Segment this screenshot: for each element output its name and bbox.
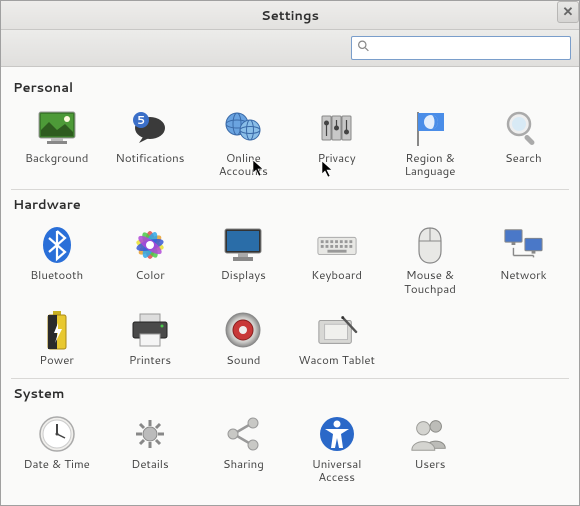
item-search[interactable]: Search — [478, 101, 569, 183]
item-label: Notifications — [116, 151, 185, 164]
item-label: Mouse & Touchpad — [390, 268, 470, 294]
item-label: Region & Language — [390, 151, 470, 177]
keyboard-icon — [316, 224, 358, 266]
item-label: Universal Access — [297, 457, 377, 483]
item-users[interactable]: Users — [384, 407, 475, 489]
item-displays[interactable]: Displays — [198, 218, 289, 300]
item-background[interactable]: Background — [11, 101, 102, 183]
section-personal: Personal Background 5 Notifications — [11, 79, 569, 190]
users-icon — [409, 413, 451, 455]
item-label: Users — [415, 457, 446, 470]
item-label: Background — [25, 151, 88, 164]
item-sound[interactable]: Sound — [198, 303, 289, 372]
close-button[interactable]: ✕ — [557, 1, 579, 23]
cursor-icon — [321, 160, 335, 178]
date-time-icon — [36, 413, 78, 455]
item-color[interactable]: Color — [104, 218, 195, 300]
svg-text:5: 5 — [137, 112, 145, 128]
grid-hardware: Bluetooth Color Displays — [11, 218, 569, 372]
notifications-icon: 5 — [129, 107, 171, 149]
section-title-personal: Personal — [13, 79, 569, 97]
search-icon — [357, 40, 370, 57]
details-icon — [129, 413, 171, 455]
item-online-accounts[interactable]: Online Accounts — [198, 101, 289, 183]
section-hardware: Hardware Bluetooth Color — [11, 196, 569, 379]
item-region-language[interactable]: Region & Language — [384, 101, 475, 183]
toolbar — [1, 30, 579, 67]
background-icon — [36, 107, 78, 149]
item-bluetooth[interactable]: Bluetooth — [11, 218, 102, 300]
printers-icon — [129, 309, 171, 351]
power-icon — [36, 309, 78, 351]
settings-window: Settings ✕ Personal Background — [0, 0, 580, 506]
bluetooth-icon — [36, 224, 78, 266]
titlebar: Settings ✕ — [1, 1, 579, 30]
item-label: Details — [131, 457, 168, 470]
search-input[interactable] — [351, 36, 571, 60]
item-mouse-touchpad[interactable]: Mouse & Touchpad — [384, 218, 475, 300]
content-area: Personal Background 5 Notifications — [1, 67, 579, 505]
item-label: Power — [39, 353, 73, 366]
item-label: Keyboard — [311, 268, 362, 281]
item-universal-access[interactable]: Universal Access — [291, 407, 382, 489]
grid-personal: Background 5 Notifications Online Accoun… — [11, 101, 569, 183]
item-label: Displays — [221, 268, 266, 281]
item-printers[interactable]: Printers — [104, 303, 195, 372]
color-icon — [129, 224, 171, 266]
cursor-icon — [252, 159, 266, 177]
item-details[interactable]: Details — [104, 407, 195, 489]
item-label: Online Accounts — [203, 151, 283, 177]
mouse-icon — [409, 224, 451, 266]
item-label: Sharing — [223, 457, 264, 470]
sharing-icon — [222, 413, 264, 455]
item-label: Sound — [226, 353, 260, 366]
item-label: Wacom Tablet — [298, 353, 375, 366]
section-system: System Date & Time Details — [11, 385, 569, 495]
item-privacy[interactable]: Privacy — [291, 101, 382, 183]
section-title-system: System — [13, 385, 569, 403]
item-wacom-tablet[interactable]: Wacom Tablet — [291, 303, 382, 372]
search-wrap — [351, 36, 571, 60]
item-notifications[interactable]: 5 Notifications — [104, 101, 195, 183]
window-title: Settings — [261, 7, 319, 25]
privacy-icon — [316, 107, 358, 149]
universal-access-icon — [316, 413, 358, 455]
sound-icon — [222, 309, 264, 351]
displays-icon — [222, 224, 264, 266]
item-label: Date & Time — [23, 457, 89, 470]
item-label: Color — [135, 268, 164, 281]
item-network[interactable]: Network — [478, 218, 569, 300]
item-label: Printers — [129, 353, 171, 366]
network-icon — [502, 224, 544, 266]
close-icon: ✕ — [563, 3, 574, 21]
search-item-icon — [502, 107, 544, 149]
item-date-time[interactable]: Date & Time — [11, 407, 102, 489]
online-accounts-icon — [222, 107, 264, 149]
region-language-icon — [409, 107, 451, 149]
item-keyboard[interactable]: Keyboard — [291, 218, 382, 300]
item-sharing[interactable]: Sharing — [198, 407, 289, 489]
grid-system: Date & Time Details Sharing — [11, 407, 569, 489]
item-label: Bluetooth — [30, 268, 83, 281]
item-power[interactable]: Power — [11, 303, 102, 372]
item-label: Network — [500, 268, 547, 281]
section-title-hardware: Hardware — [13, 196, 569, 214]
item-label: Search — [505, 151, 542, 164]
wacom-icon — [316, 309, 358, 351]
